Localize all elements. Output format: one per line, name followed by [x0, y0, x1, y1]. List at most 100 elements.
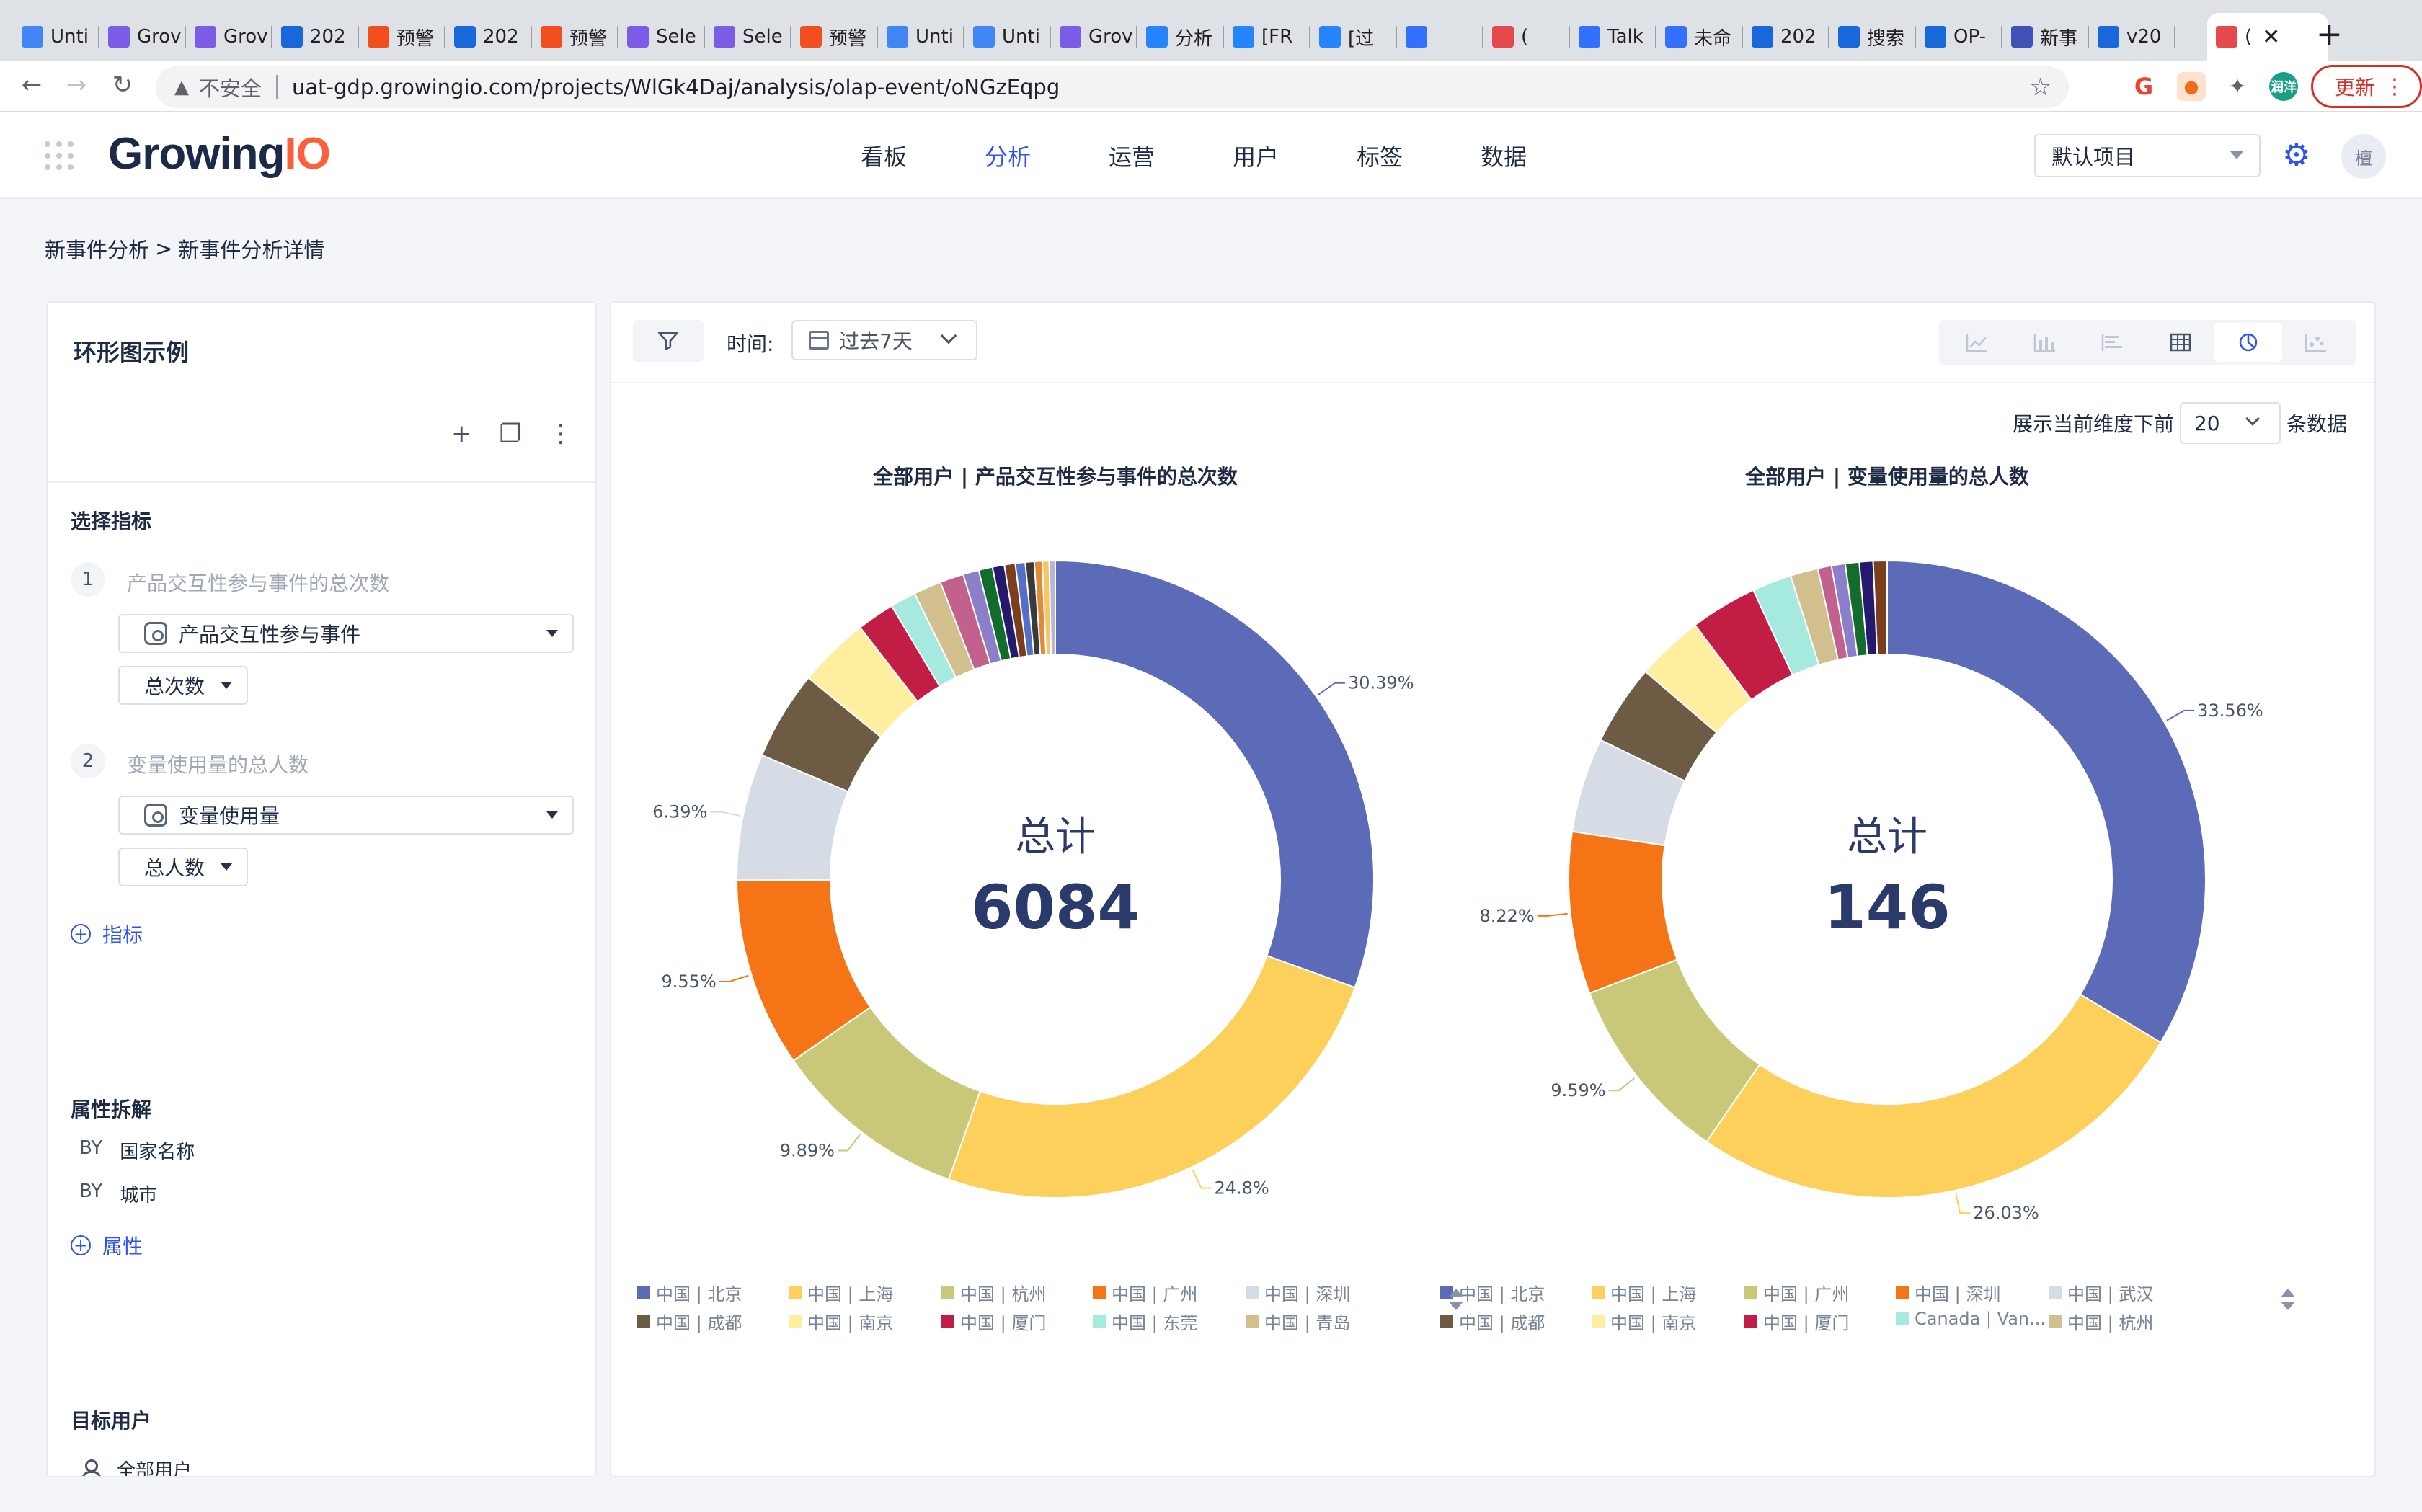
nav-item[interactable]: 分析 [985, 112, 1031, 199]
project-select[interactable]: 默认项目 [2034, 134, 2261, 177]
legend-item[interactable]: 中国 | 青岛 [1246, 1309, 1350, 1334]
legend-pager[interactable] [2281, 1289, 2295, 1310]
nav-item[interactable]: 数据 [1481, 112, 1527, 199]
browser-tab[interactable]: 预警 [532, 13, 618, 61]
browser-tab-label: Grov [223, 26, 268, 48]
breakdown-item[interactable]: BY 城市 [79, 1180, 157, 1207]
legend-item[interactable]: 中国 | 上海 [789, 1280, 893, 1305]
browser-tab[interactable] [1397, 13, 1483, 61]
copy-icon[interactable]: ❐ [500, 419, 521, 448]
address-bar[interactable]: ▲ 不安全 uat-gdp.growingio.com/projects/WlG… [156, 66, 2069, 108]
add-property-button[interactable]: + 属性 [71, 1231, 143, 1260]
browser-tab[interactable]: Sele [705, 13, 791, 61]
browser-tab[interactable]: 预警 [359, 13, 445, 61]
legend-item[interactable]: 中国 | 广州 [1744, 1280, 1849, 1305]
browser-tab[interactable]: Unti [13, 13, 99, 61]
forward-icon[interactable]: → [61, 71, 92, 99]
browser-tab[interactable]: [过 [1310, 13, 1397, 61]
shield-extension-icon[interactable]: ● [2177, 72, 2206, 101]
nav-item[interactable]: 标签 [1357, 112, 1403, 199]
legend-item[interactable]: 中国 | 上海 [1592, 1280, 1696, 1305]
aggregation-select[interactable]: 总人数 [118, 848, 248, 886]
legend-item[interactable]: 中国 | 武汉 [2049, 1280, 2153, 1305]
app-grid-icon[interactable] [45, 141, 74, 170]
donut-slice[interactable] [947, 954, 1356, 1199]
legend-item[interactable]: 中国 | 深圳 [1246, 1280, 1350, 1305]
breadcrumb-parent[interactable]: 新事件分析 [45, 234, 149, 264]
target-user-item[interactable]: 全部用户 [81, 1456, 192, 1477]
browser-tab[interactable]: Unti [878, 13, 964, 61]
puzzle-extension-icon[interactable]: ✦ [2223, 72, 2252, 101]
browser-tab[interactable]: (✕ [2207, 13, 2328, 61]
nav-item[interactable]: 看板 [861, 112, 907, 199]
legend-item[interactable]: 中国 | 东莞 [1093, 1309, 1197, 1334]
browser-tab[interactable]: 202 [445, 13, 532, 61]
aggregation-select[interactable]: 总次数 [118, 666, 248, 705]
legend-item[interactable]: 中国 | 杭州 [2049, 1309, 2153, 1334]
legend-item[interactable]: Canada | Van... [1896, 1309, 2046, 1329]
browser-tab[interactable]: 202 [272, 13, 359, 61]
browser-tab[interactable]: 搜索 [1829, 13, 1916, 61]
growingio-logo[interactable]: GrowingIO [108, 128, 331, 179]
pager-down-icon[interactable] [2281, 1302, 2295, 1310]
donut-slice[interactable] [1886, 559, 2206, 1044]
browser-tab[interactable]: 未命 [1656, 13, 1743, 61]
browser-tab[interactable]: ( [1483, 13, 1570, 61]
legend-item[interactable]: 中国 | 成都 [637, 1309, 742, 1334]
reload-icon[interactable]: ↻ [107, 71, 138, 99]
browser-tab[interactable]: Sele [618, 13, 705, 61]
metric-label[interactable]: 变量使用量的总人数 [127, 750, 309, 778]
browser-tab[interactable]: 预警 [791, 13, 878, 61]
close-tab-icon[interactable]: ✕ [2262, 25, 2280, 50]
gear-icon[interactable]: ⚙ [2282, 137, 2310, 174]
chart-name-title[interactable]: 环形图示例 [74, 334, 189, 368]
browser-tab[interactable]: Grov [186, 13, 272, 61]
add-metric-button[interactable]: + 指标 [71, 920, 143, 948]
browser-tab[interactable]: Talk [1570, 13, 1656, 61]
legend-item[interactable]: 中国 | 深圳 [1896, 1280, 2000, 1305]
browser-tab[interactable]: 202 [1743, 13, 1829, 61]
browser-tab[interactable]: [FR [1224, 13, 1310, 61]
legend-pager[interactable] [1449, 1289, 1463, 1310]
update-button[interactable]: 更新 ⋮ [2311, 65, 2422, 108]
pager-down-icon[interactable] [1449, 1302, 1463, 1310]
legend-item[interactable]: 中国 | 成都 [1440, 1309, 1545, 1334]
donut-center-value: 6084 [971, 872, 1140, 943]
legend-item[interactable]: 中国 | 南京 [789, 1309, 893, 1334]
legend-item[interactable]: 中国 | 北京 [637, 1280, 742, 1305]
donut-slice[interactable] [1705, 993, 2162, 1199]
pager-up-icon[interactable] [2281, 1289, 2295, 1297]
event-select[interactable]: 产品交互性参与事件 [118, 614, 574, 653]
breakdown-item[interactable]: BY 国家名称 [79, 1137, 195, 1164]
legend-item[interactable]: 中国 | 南京 [1592, 1309, 1696, 1334]
browser-tab[interactable]: Grov [99, 13, 186, 61]
legend-item[interactable]: 中国 | 厦门 [941, 1309, 1046, 1334]
browser-tab[interactable]: OP- [1916, 13, 2002, 61]
event-select[interactable]: 变量使用量 [118, 796, 574, 835]
donut-slice[interactable] [1048, 559, 1056, 656]
aggregation-value: 总人数 [144, 856, 205, 880]
new-tab-icon[interactable]: + [2316, 16, 2343, 53]
back-icon[interactable]: ← [16, 71, 48, 99]
nav-item[interactable]: 运营 [1109, 112, 1155, 199]
legend-item[interactable]: 中国 | 广州 [1093, 1280, 1197, 1305]
plus-icon[interactable]: + [451, 419, 472, 448]
browser-tab[interactable]: Grov [1051, 13, 1137, 61]
metric-label[interactable]: 产品交互性参与事件的总次数 [127, 568, 389, 597]
browser-tab[interactable]: 新事 [2002, 13, 2089, 61]
pager-up-icon[interactable] [1449, 1289, 1463, 1297]
bookmark-star-icon[interactable]: ☆ [2030, 73, 2051, 102]
avatar[interactable]: 檀 [2341, 134, 2386, 179]
nav-item[interactable]: 用户 [1233, 112, 1279, 199]
browser-tab[interactable]: v20 [2089, 13, 2175, 61]
profile-avatar[interactable]: 润洋 [2269, 72, 2298, 101]
browser-tab[interactable]: Unti [964, 13, 1051, 61]
target-user-label: 全部用户 [117, 1460, 192, 1477]
legend-item[interactable]: 中国 | 杭州 [941, 1280, 1046, 1305]
event-icon [144, 804, 167, 827]
legend-item[interactable]: 中国 | 厦门 [1744, 1309, 1849, 1334]
google-extension-icon[interactable]: G [2129, 72, 2158, 101]
more-vertical-icon[interactable]: ⋮ [549, 419, 573, 448]
url-text[interactable]: uat-gdp.growingio.com/projects/WlGk4Daj/… [292, 75, 1060, 99]
browser-tab[interactable]: 分析 [1137, 13, 1224, 61]
